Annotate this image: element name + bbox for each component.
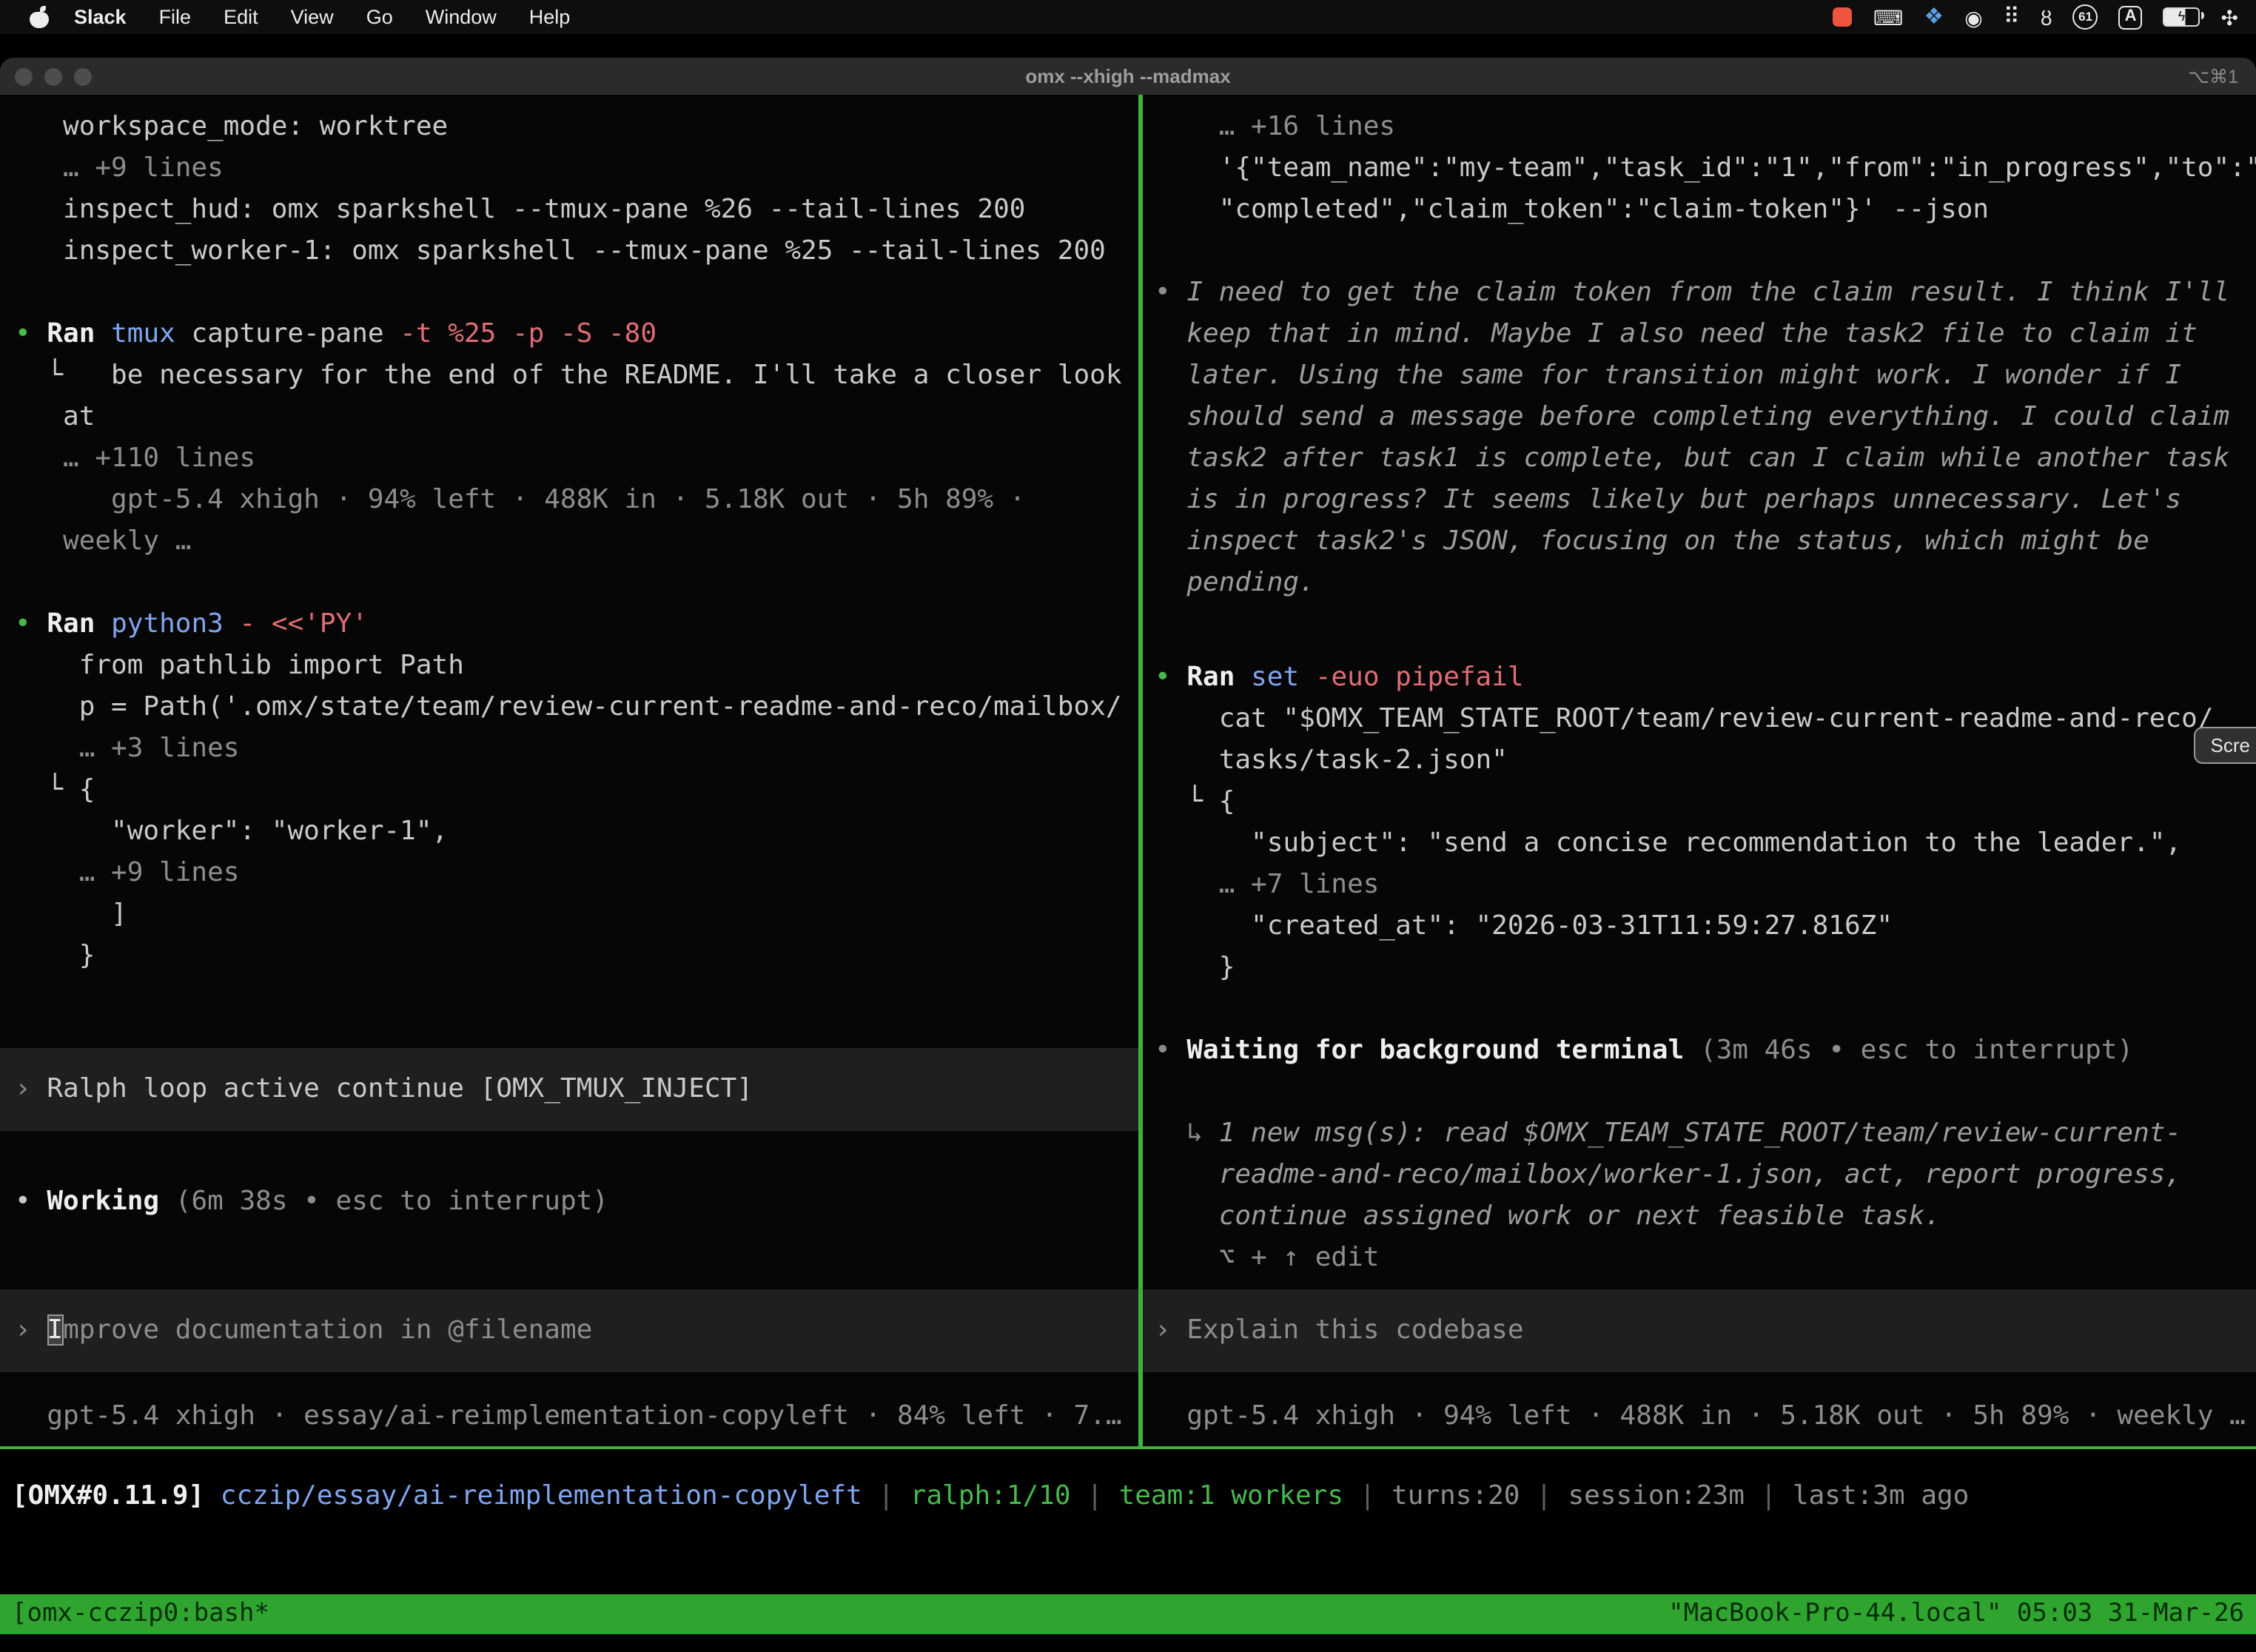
window-layers-icon[interactable]: ❖ <box>1924 6 1944 28</box>
window-titlebar[interactable]: omx --xhigh --madmax ⌥⌘1 <box>0 58 2256 96</box>
zoom-button[interactable] <box>74 67 92 85</box>
terminal-line: } <box>1143 947 2256 989</box>
terminal-line: ] <box>0 894 1138 936</box>
pane-right-bottom: › Explain this codebase gpt-5.4 xhigh · … <box>1143 1289 2256 1446</box>
terminal-line: from pathlib import Path <box>0 645 1138 687</box>
menu-file[interactable]: File <box>143 6 208 28</box>
screen-edge-tooltip: Scre <box>2195 727 2256 764</box>
terminal-line <box>0 272 1138 314</box>
terminal-line: … +16 lines <box>1143 107 2256 148</box>
terminal-line: gpt-5.4 xhigh · essay/ai-reimplementatio… <box>0 1396 1138 1437</box>
terminal-pane-left[interactable]: workspace_mode: worktree … +9 lines insp… <box>0 95 1143 1446</box>
terminal-body: workspace_mode: worktree … +9 lines insp… <box>0 95 2256 1594</box>
screen-recording-indicator[interactable] <box>1833 7 1853 27</box>
terminal-line: inspect_worker-1: omx sparkshell --tmux-… <box>0 231 1138 272</box>
window-shortcut-hint: ⌥⌘1 <box>2188 65 2256 87</box>
menu-window[interactable]: Window <box>409 6 513 28</box>
ghost-app-icon[interactable]: ȣ <box>2041 7 2052 27</box>
terminal-line: gpt-5.4 xhigh · 94% left · 488K in · 5.1… <box>0 480 1138 521</box>
dark-app-icon[interactable]: ◉ <box>1964 7 1982 27</box>
terminal-line: ⌥ + ↑ edit <box>1143 1238 2256 1279</box>
terminal-line: "worker": "worker-1", <box>0 811 1138 853</box>
terminal-pane-right[interactable]: … +16 lines '{"team_name":"my-team","tas… <box>1143 95 2256 1446</box>
terminal-line: └ be necessary for the end of the README… <box>0 355 1138 397</box>
terminal-line <box>0 563 1138 604</box>
terminal-line <box>1143 604 2256 645</box>
apple-menu-icon[interactable] <box>30 6 49 28</box>
tmux-host-clock: "MacBook-Pro-44.local" 05:03 31-Mar-26 <box>1668 1594 2244 1634</box>
terminal-line: … +9 lines <box>0 148 1138 189</box>
pane-right-transcript: … +16 lines '{"team_name":"my-team","tas… <box>1143 95 2256 1279</box>
menu-view[interactable]: View <box>275 6 350 28</box>
terminal-line: └ { <box>1143 782 2256 823</box>
tmux-status-bar: [omx-cczip0:bash* "MacBook-Pro-44.local"… <box>0 1594 2256 1634</box>
battery-icon[interactable]: ϟ <box>2163 7 2200 27</box>
minimize-button[interactable] <box>44 67 62 85</box>
menu-bar: Slack FileEditViewGoWindowHelp ⌨ ❖ ◉ ⠿ ȣ 61 Aϟ… <box>0 0 2256 34</box>
menu-items: FileEditViewGoWindowHelp <box>143 6 587 28</box>
terminal-line: … +3 lines <box>0 728 1138 770</box>
terminal-line: at <box>0 397 1138 438</box>
pane-left-bottom: › Improve documentation in @filename gpt… <box>0 1289 1138 1446</box>
terminal-line: • Waiting for background terminal (3m 46… <box>1143 1030 2256 1072</box>
menu-status-icons: ⌨ ❖ ◉ ⠿ ȣ 61 Aϟ ✣ <box>1833 4 2238 30</box>
fan-icon[interactable]: ✣ <box>2221 7 2238 27</box>
traffic-lights <box>0 67 92 85</box>
menu-go[interactable]: Go <box>350 6 409 28</box>
terminal-line <box>1143 231 2256 272</box>
desktop: Slack FileEditViewGoWindowHelp ⌨ ❖ ◉ ⠿ ȣ 61 Aϟ… <box>0 0 2256 1652</box>
dots-grid-icon[interactable]: ⠿ <box>2004 6 2020 28</box>
terminal-line: workspace_mode: worktree <box>0 107 1138 148</box>
terminal-line <box>0 977 1138 1018</box>
terminal-line <box>1143 1072 2256 1113</box>
terminal-line <box>1143 989 2256 1030</box>
terminal-line: weekly … <box>0 521 1138 563</box>
terminal-window: omx --xhigh --madmax ⌥⌘1 workspace_mode:… <box>0 58 2256 1652</box>
menu-edit[interactable]: Edit <box>207 6 275 28</box>
terminal-line: '{"team_name":"my-team","task_id":"1","f… <box>1143 148 2256 189</box>
terminal-line: └ { <box>0 770 1138 811</box>
keyboard-icon[interactable]: ⌨ <box>1873 7 1903 27</box>
terminal-line: … +7 lines <box>1143 864 2256 906</box>
pane-left-transcript: workspace_mode: worktree … +9 lines insp… <box>0 95 1138 1223</box>
terminal-line: tasks/task-2.json" <box>1143 740 2256 782</box>
omx-status-line: [OMX#0.11.9] cczip/essay/ai-reimplementa… <box>0 1449 2256 1594</box>
input-source-icon[interactable]: A <box>2119 5 2143 29</box>
terminal-line: inspect_hud: omx sparkshell --tmux-pane … <box>0 189 1138 231</box>
mailbox-notice: ↳ 1 new msg(s): read $OMX_TEAM_STATE_ROO… <box>1143 1113 2256 1238</box>
terminal-line: … +9 lines <box>0 853 1138 894</box>
ralph-loop-notice: › Ralph loop active continue [OMX_TMUX_I… <box>0 1048 1138 1131</box>
terminal-line: • Ran set -euo pipefail <box>1143 657 2256 699</box>
terminal-line: • Ran tmux capture-pane -t %25 -p -S -80 <box>0 314 1138 355</box>
terminal-line: gpt-5.4 xhigh · 94% left · 488K in · 5.1… <box>1143 1396 2256 1437</box>
terminal-line: "completed","claim_token":"claim-token"}… <box>1143 189 2256 231</box>
terminal-line: • Working (6m 38s • esc to interrupt) <box>0 1181 1138 1223</box>
window-title: omx --xhigh --madmax <box>0 65 2256 87</box>
menu-app-name[interactable]: Slack <box>58 6 143 28</box>
terminal-line: } <box>0 936 1138 977</box>
close-button[interactable] <box>15 67 33 85</box>
terminal-line: "subject": "send a concise recommendatio… <box>1143 823 2256 864</box>
thinking-paragraph: • I need to get the claim token from the… <box>1143 272 2256 604</box>
menu-bar-left: Slack FileEditViewGoWindowHelp <box>18 6 586 28</box>
battery-percent-badge[interactable]: 61 <box>2073 4 2098 30</box>
prompt-input[interactable]: › Improve documentation in @filename <box>0 1289 1138 1372</box>
terminal-line: cat "$OMX_TEAM_STATE_ROOT/team/review-cu… <box>1143 699 2256 740</box>
terminal-line: p = Path('.omx/state/team/review-current… <box>0 687 1138 728</box>
terminal-line: … +110 lines <box>0 438 1138 480</box>
tmux-session-window[interactable]: [omx-cczip0:bash* <box>12 1594 269 1634</box>
terminal-line: "created_at": "2026-03-31T11:59:27.816Z" <box>1143 906 2256 947</box>
terminal-line: • Ran python3 - <<'PY' <box>0 604 1138 645</box>
prompt-input[interactable]: › Explain this codebase <box>1143 1289 2256 1372</box>
menu-help[interactable]: Help <box>513 6 587 28</box>
tmux-panes: workspace_mode: worktree … +9 lines insp… <box>0 95 2256 1449</box>
